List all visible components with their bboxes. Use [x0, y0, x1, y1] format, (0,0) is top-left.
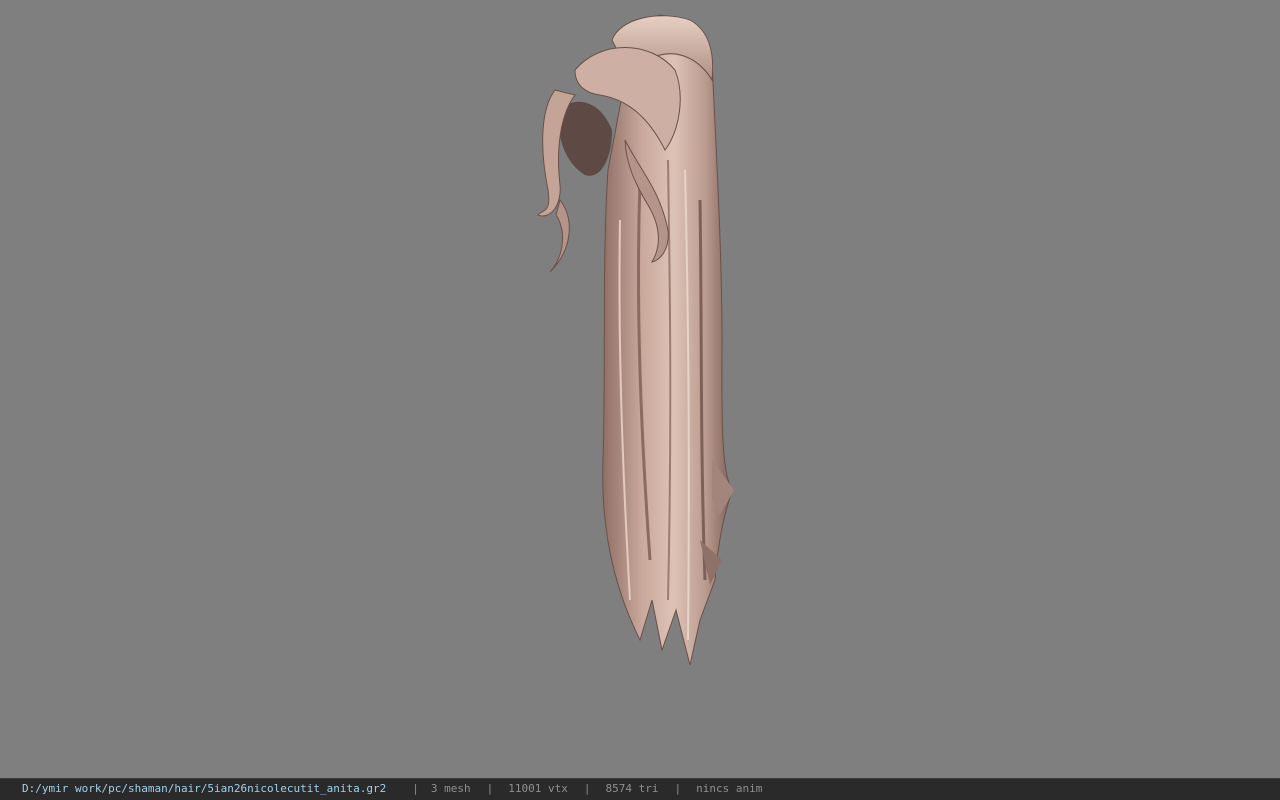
- separator: |: [486, 782, 494, 795]
- separator: |: [583, 782, 591, 795]
- separator: |: [412, 782, 419, 795]
- animation-status-label: nincs anim: [696, 782, 763, 795]
- status-bar: D:/ymir work/pc/shaman/hair/5ian26nicole…: [0, 778, 1280, 800]
- vertex-count-label: 11001 vtx: [508, 782, 568, 795]
- triangle-count-label: 8574 tri: [605, 782, 659, 795]
- 3d-viewport[interactable]: [0, 0, 1280, 778]
- file-path-label: D:/ymir work/pc/shaman/hair/5ian26nicole…: [22, 782, 387, 795]
- separator: |: [674, 782, 682, 795]
- mesh-count-label: 3 mesh: [430, 782, 471, 795]
- hair-model-render[interactable]: [0, 0, 1280, 778]
